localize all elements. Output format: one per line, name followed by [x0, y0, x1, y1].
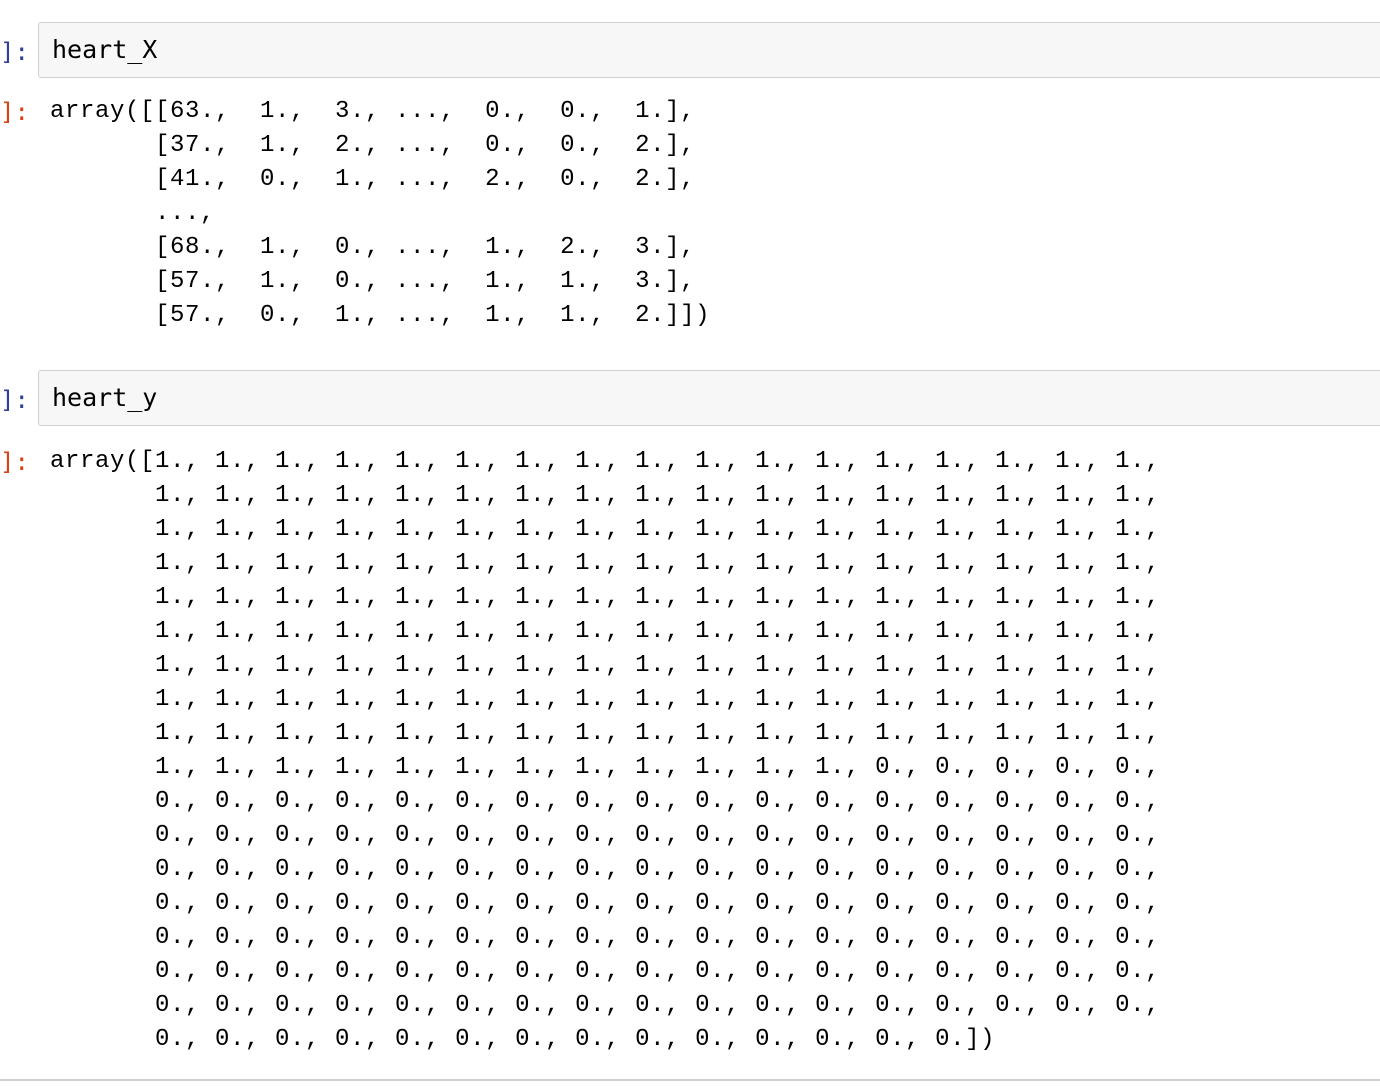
- cell-1-input-prompt: ]:: [0, 38, 29, 66]
- cell-2-input-area[interactable]: heart_y: [38, 370, 1380, 426]
- cell-1-input-area[interactable]: heart_X: [38, 22, 1380, 78]
- cell-divider: [0, 1079, 1380, 1081]
- cell-2-output-prompt: ]:: [0, 448, 29, 476]
- cell-1-code[interactable]: heart_X: [52, 33, 157, 67]
- cell-2-code[interactable]: heart_y: [52, 381, 157, 415]
- cell-1-output-prompt: ]:: [0, 98, 29, 126]
- cell-1-output: array([[63., 1., 3., ..., 0., 0., 1.], […: [50, 98, 711, 329]
- cell-2-input-prompt: ]:: [0, 386, 29, 414]
- cell-2-output: array([1., 1., 1., 1., 1., 1., 1., 1., 1…: [50, 448, 1161, 1053]
